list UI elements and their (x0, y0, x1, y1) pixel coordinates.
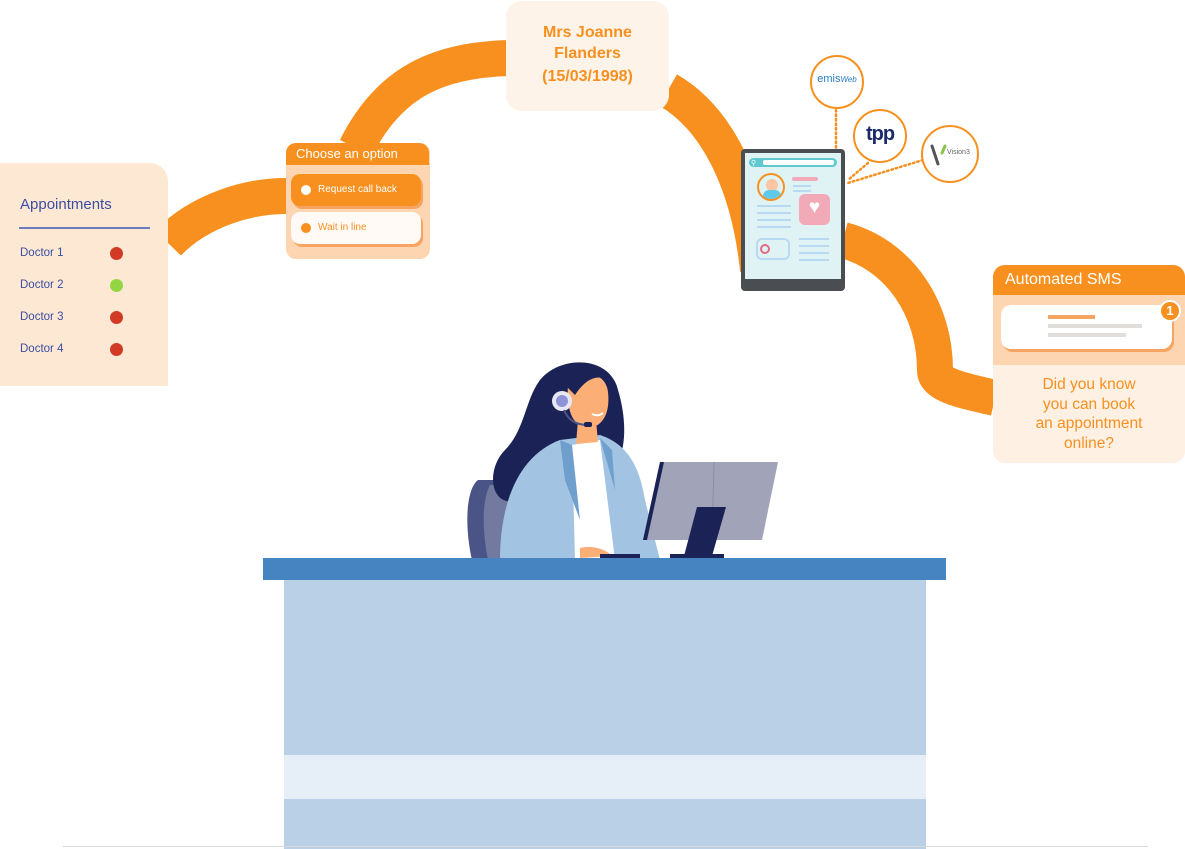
tablet-chart-box (756, 238, 790, 260)
tpp-logo: tpp (853, 109, 907, 163)
sms-message-preview[interactable] (1001, 305, 1172, 349)
emis-logo-sub: Web (840, 75, 857, 84)
divider (19, 227, 150, 229)
doctor-row[interactable]: Doctor 2 (20, 276, 130, 294)
tablet-line (757, 226, 791, 228)
wait-in-line-button[interactable]: Wait in line (291, 212, 421, 244)
patient-name-line2: Flanders (554, 45, 621, 62)
patient-avatar (757, 173, 785, 201)
floor-line (63, 846, 1148, 847)
vision-logo-text: Vision3 (947, 149, 970, 156)
flow-path-segment-1 (155, 177, 291, 257)
doctor-label: Doctor 1 (20, 247, 64, 259)
sms-title: Automated SMS (1005, 271, 1122, 288)
notification-badge: 1 (1159, 300, 1181, 322)
flow-path-segment-2 (339, 40, 511, 157)
preview-line (1048, 324, 1142, 328)
flow-path-segment-4 (837, 222, 1000, 416)
status-dot-icon (110, 343, 123, 356)
donut-chart-icon (760, 244, 770, 254)
desk-stripe (284, 755, 926, 799)
option-label: Wait in line (318, 222, 367, 233)
preview-line (1048, 315, 1095, 319)
tablet-line (757, 205, 791, 207)
doctor-label: Doctor 3 (20, 311, 64, 323)
doctor-label: Doctor 2 (20, 279, 64, 291)
status-dot-icon (110, 311, 123, 324)
sms-message-line: an appointment (1035, 415, 1143, 432)
search-icon: ⚲ (751, 160, 757, 167)
tpp-logo-text: tpp (865, 123, 895, 145)
tablet-line (757, 212, 791, 214)
doctor-row[interactable]: Doctor 4 (20, 340, 130, 358)
doctor-label: Doctor 4 (20, 343, 64, 355)
vision-mark-icon (930, 144, 947, 166)
radio-selected-icon (301, 185, 311, 195)
tablet-name-bar (792, 177, 818, 181)
tablet-line (757, 219, 791, 221)
tablet-line (799, 259, 829, 261)
desk-front (284, 580, 926, 849)
patient-info: Mrs Joanne Flanders (15/03/1998) (506, 22, 669, 87)
tablet-line (793, 190, 811, 192)
receptionist-illustration (467, 362, 778, 560)
heart-card: ♥ (799, 194, 830, 225)
options-title: Choose an option (296, 146, 398, 161)
preview-line (1048, 333, 1126, 337)
tablet-search-field (763, 160, 834, 165)
sms-message-line: you can book (1042, 395, 1136, 413)
appointments-title: Appointments (20, 196, 112, 213)
doctor-row[interactable]: Doctor 3 (20, 308, 130, 326)
vision3-logo: Vision3 (921, 125, 979, 183)
sms-message-line: Did you know (1042, 376, 1136, 393)
tablet-line (793, 185, 811, 187)
status-dot-icon (110, 279, 123, 292)
radio-icon (301, 223, 311, 233)
emis-logo-text: emis (817, 73, 841, 85)
sms-message-line: online? (1064, 434, 1114, 452)
sms-message: Did you know you can book an appointment… (993, 375, 1185, 453)
tablet-line (799, 245, 829, 247)
patient-name-line1: Mrs Joanne (543, 24, 632, 41)
heart-icon: ♥ (808, 197, 821, 218)
desk-top (263, 558, 946, 580)
tablet-line (799, 238, 829, 240)
patient-dob: (15/03/1998) (542, 68, 633, 85)
doctor-row[interactable]: Doctor 1 (20, 244, 130, 262)
tablet-line (799, 252, 829, 254)
option-label: Request call back (318, 184, 397, 195)
emis-web-logo: emisWeb (810, 55, 864, 109)
request-call-back-button[interactable]: Request call back (291, 174, 421, 206)
status-dot-icon (110, 247, 123, 260)
